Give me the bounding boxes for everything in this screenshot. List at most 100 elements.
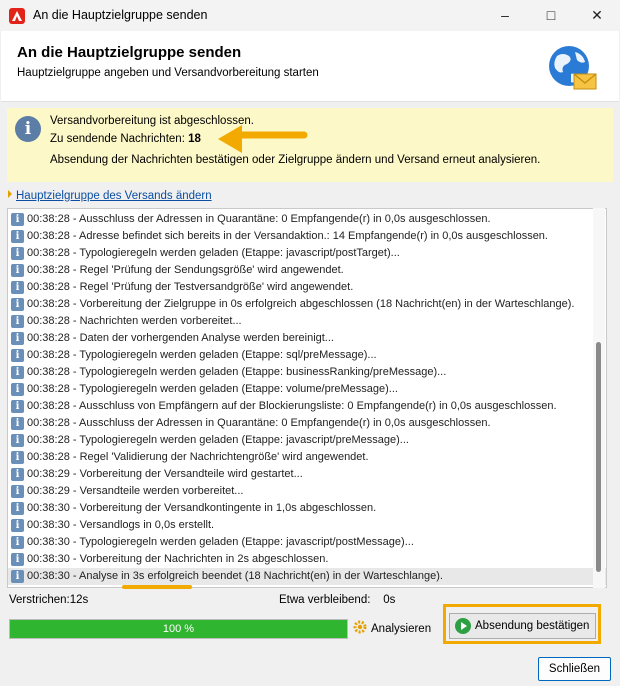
log-row[interactable]: i 00:38:29 - Vorbereitung der Versandteil…: [8, 466, 606, 483]
log-row[interactable]: i 00:38:28 - Regel 'Prüfung der Testversa…: [8, 279, 606, 296]
info-icon: i: [11, 502, 24, 515]
log-text: 00:38:28 - Vorbereitung der Zielgruppe i…: [27, 298, 575, 310]
log-text: 00:38:28 - Typologieregeln werden gelade…: [27, 383, 398, 395]
confirm-send-button[interactable]: Absendung bestätigen: [449, 613, 596, 639]
log-row[interactable]: i 00:38:28 - Typologieregeln werden gelad…: [8, 432, 606, 449]
elapsed-time: Verstrichen:12s: [9, 594, 89, 606]
log-row[interactable]: i 00:38:28 - Typologieregeln werden gelad…: [8, 381, 606, 398]
info-message-count: Zu sendende Nachrichten: 18: [50, 133, 201, 145]
log-text: 00:38:30 - Analyse in 3s erfolgreich bee…: [27, 570, 443, 582]
log-row[interactable]: i 00:38:30 - Typologieregeln werden gelad…: [8, 534, 606, 551]
remaining-value: 0s: [383, 594, 396, 606]
info-icon: i: [11, 468, 24, 481]
log-row[interactable]: i 00:38:28 - Ausschluss von Empfängern au…: [8, 398, 606, 415]
log-text: 00:38:28 - Typologieregeln werden gelade…: [27, 366, 447, 378]
info-icon: i: [11, 264, 24, 277]
log-text: 00:38:30 - Typologieregeln werden gelade…: [27, 536, 414, 548]
message-count-label: Zu sendende Nachrichten:: [50, 133, 185, 145]
info-icon: i: [11, 485, 24, 498]
log-text: 00:38:28 - Typologieregeln werden gelade…: [27, 349, 377, 361]
log-row[interactable]: i 00:38:28 - Typologieregeln werden gelad…: [8, 245, 606, 262]
log-row[interactable]: i 00:38:28 - Typologieregeln werden gelad…: [8, 364, 606, 381]
annotation-underline: [122, 585, 192, 589]
log-row[interactable]: i 00:38:29 - Versandteile werden vorberei…: [8, 483, 606, 500]
log-text: 00:38:29 - Versandteile werden vorbereit…: [27, 485, 244, 497]
log-text: 00:38:30 - Versandlogs in 0,0s erstellt.: [27, 519, 215, 531]
log-row[interactable]: i 00:38:30 - Analyse in 3s erfolgreich be…: [8, 568, 606, 585]
analyze-button[interactable]: Analysieren: [352, 619, 431, 637]
log-text: 00:38:28 - Ausschluss der Adressen in Qu…: [27, 213, 491, 225]
window-title: An die Hauptzielgruppe senden: [33, 8, 208, 22]
log-text: 00:38:30 - Vorbereitung der Nachrichten …: [27, 553, 329, 565]
info-icon: i: [11, 230, 24, 243]
info-icon: i: [11, 213, 24, 226]
log-row[interactable]: i 00:38:28 - Regel 'Validierung der Nachr…: [8, 449, 606, 466]
dialog-header: An die Hauptzielgruppe senden Hauptzielg…: [1, 31, 619, 102]
log-text: 00:38:28 - Typologieregeln werden gelade…: [27, 434, 409, 446]
info-icon: i: [11, 332, 24, 345]
info-icon: i: [11, 536, 24, 549]
close-button[interactable]: Schließen: [538, 657, 611, 681]
log-row[interactable]: i 00:38:28 - Ausschluss der Adressen in Q…: [8, 211, 606, 228]
remaining-label: Etwa verbleibend:: [279, 594, 371, 606]
info-icon: i: [11, 298, 24, 311]
info-icon: i: [11, 519, 24, 532]
log-text: 00:38:28 - Adresse befindet sich bereits…: [27, 230, 548, 242]
info-panel: i Versandvorbereitung ist abgeschlossen.…: [7, 108, 613, 182]
log-text: 00:38:30 - Vorbereitung der Versandkonti…: [27, 502, 377, 514]
expand-arrow-icon: [8, 190, 12, 198]
log-row[interactable]: i 00:38:28 - Ausschluss der Adressen in Q…: [8, 415, 606, 432]
info-icon: i: [11, 315, 24, 328]
maximize-icon[interactable]: □: [528, 0, 574, 31]
progress-text: 100 %: [162, 623, 195, 635]
info-icon: i: [11, 434, 24, 447]
log-row[interactable]: i 00:38:30 - Vorbereitung der Versandkont…: [8, 500, 606, 517]
log-list[interactable]: i 00:38:28 - Ausschluss der Adressen in Q…: [7, 208, 607, 588]
title-bar: An die Hauptzielgruppe senden – □ ✕: [0, 0, 620, 31]
log-text: 00:38:29 - Vorbereitung der Versandteile…: [27, 468, 303, 480]
log-row[interactable]: i 00:38:28 - Adresse befindet sich bereit…: [8, 228, 606, 245]
minimize-icon[interactable]: –: [482, 0, 528, 31]
log-text: 00:38:28 - Typologieregeln werden gelade…: [27, 247, 400, 259]
info-icon: i: [11, 383, 24, 396]
log-row[interactable]: i 00:38:30 - Versandlogs in 0,0s erstellt…: [8, 517, 606, 534]
gear-icon: [353, 620, 367, 634]
globe-mail-icon: [549, 46, 597, 90]
log-text: 00:38:28 - Regel 'Validierung der Nachri…: [27, 451, 369, 463]
log-row[interactable]: i 00:38:28 - Vorbereitung der Zielgruppe …: [8, 296, 606, 313]
info-icon: i: [11, 553, 24, 566]
remaining-time: Etwa verbleibend: 0s: [279, 594, 395, 606]
change-target-label: Hauptzielgruppe des Versands ändern: [16, 190, 212, 202]
log-row[interactable]: i 00:38:30 - Vorbereitung der Nachrichten…: [8, 551, 606, 568]
info-icon: i: [11, 400, 24, 413]
log-text: 00:38:28 - Ausschluss der Adressen in Qu…: [27, 417, 491, 429]
play-icon: [455, 618, 471, 634]
log-text: 00:38:28 - Regel 'Prüfung der Testversan…: [27, 281, 354, 293]
log-row[interactable]: i 00:38:28 - Regel 'Prüfung der Sendungsg…: [8, 262, 606, 279]
scrollbar-thumb[interactable]: [596, 342, 601, 572]
log-text: 00:38:28 - Nachrichten werden vorbereite…: [27, 315, 242, 327]
info-icon: i: [11, 349, 24, 362]
log-text: 00:38:28 - Ausschluss von Empfängern auf…: [27, 400, 557, 412]
log-row[interactable]: i 00:38:28 - Nachrichten werden vorbereit…: [8, 313, 606, 330]
info-icon: i: [11, 366, 24, 379]
progress-bar: 100 %: [9, 619, 348, 639]
log-row[interactable]: i 00:38:28 - Daten der vorhergenden Analy…: [8, 330, 606, 347]
close-icon[interactable]: ✕: [574, 0, 620, 31]
info-icon: i: [11, 451, 24, 464]
annotation-arrow-icon: [218, 125, 308, 153]
info-icon: i: [15, 116, 41, 142]
log-text: 00:38:28 - Regel 'Prüfung der Sendungsgr…: [27, 264, 344, 276]
info-icon: i: [11, 417, 24, 430]
dialog-subtitle: Hauptzielgruppe angeben und Versandvorbe…: [17, 67, 319, 79]
message-count-value: 18: [188, 133, 201, 145]
log-scrollbar[interactable]: [593, 208, 605, 588]
info-icon: i: [11, 247, 24, 260]
info-icon: i: [11, 570, 24, 583]
confirm-send-label: Absendung bestätigen: [475, 620, 590, 632]
log-row[interactable]: i 00:38:28 - Typologieregeln werden gelad…: [8, 347, 606, 364]
info-icon: i: [11, 281, 24, 294]
log-text: 00:38:28 - Daten der vorhergenden Analys…: [27, 332, 334, 344]
dialog-title: An die Hauptzielgruppe senden: [17, 44, 242, 61]
change-target-link[interactable]: Hauptzielgruppe des Versands ändern: [8, 190, 212, 202]
